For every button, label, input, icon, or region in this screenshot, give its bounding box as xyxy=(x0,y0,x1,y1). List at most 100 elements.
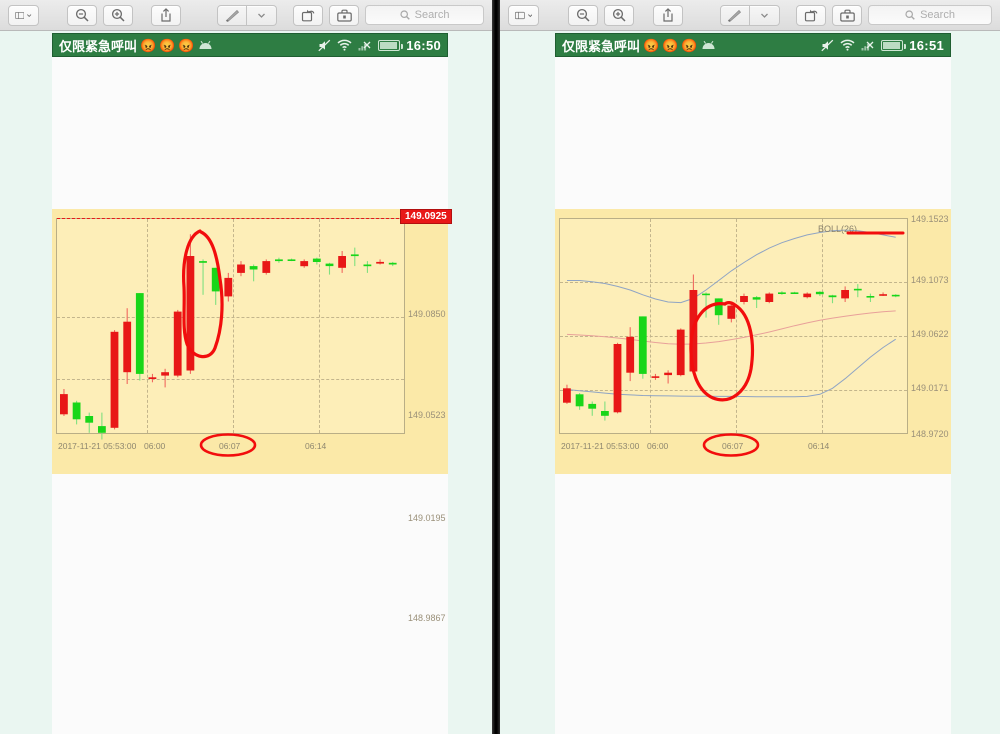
zoom-in-button[interactable] xyxy=(102,4,133,26)
search-input[interactable]: Search xyxy=(868,5,993,25)
pen-icon xyxy=(728,9,742,22)
candlestick xyxy=(740,293,748,305)
x-axis-label: 06:07 xyxy=(722,441,744,451)
y-axis-label: 149.1523 xyxy=(911,214,949,224)
search-input[interactable]: Search xyxy=(365,5,484,25)
chevron-down-icon xyxy=(760,13,768,18)
battery-icon xyxy=(881,39,906,51)
candlestick xyxy=(211,267,220,305)
emoji-icon-3: 😡 xyxy=(178,37,195,53)
y-axis-label: 148.9867 xyxy=(408,613,446,623)
toolbox-button[interactable] xyxy=(329,4,360,26)
emoji-icon-3: 😡 xyxy=(681,37,698,53)
mute-icon xyxy=(318,39,331,51)
candlestick xyxy=(866,293,875,302)
candlestick xyxy=(312,257,321,265)
x-axis-label: 06:00 xyxy=(647,441,669,451)
x-axis-label: 2017-11-21 05:53:00 xyxy=(58,441,137,451)
rotate-icon xyxy=(804,9,818,22)
rotate-button[interactable] xyxy=(796,4,827,26)
candlestick xyxy=(199,259,207,295)
candlestick xyxy=(300,259,309,268)
candlestick xyxy=(275,257,283,263)
x-axis-label: 2017-11-21 05:53:00 xyxy=(561,441,640,451)
wifi-icon xyxy=(337,39,352,51)
candlestick xyxy=(601,401,609,421)
y-axis-label: 149.0622 xyxy=(911,329,949,339)
candlestick xyxy=(613,342,622,414)
candlestick xyxy=(376,259,384,265)
candlestick xyxy=(575,393,584,410)
rotate-button[interactable] xyxy=(293,4,324,26)
candlestick xyxy=(563,384,571,404)
preview-window-left: Search 仅限紧急呼叫 😡 😡 😡 16:50 149.0925 149.0… xyxy=(0,0,492,734)
y-axis-label: 149.0195 xyxy=(408,513,446,523)
signal-no-service-icon xyxy=(358,41,371,51)
sidebar-button[interactable] xyxy=(8,4,39,26)
candlestick xyxy=(224,272,233,302)
candlestick xyxy=(287,258,296,262)
x-axis-label: 06:07 xyxy=(219,441,241,451)
toolbar-right: Search xyxy=(500,0,1000,31)
clock-label: 16:51 xyxy=(909,37,944,53)
markup-button[interactable] xyxy=(217,4,248,26)
share-icon xyxy=(161,8,171,22)
toolbox-icon xyxy=(336,9,352,22)
candlestick xyxy=(752,296,761,308)
chart-panel-right[interactable]: BOLL(26) 149.1523 149.1073 149.0622 149.… xyxy=(555,209,951,474)
y-axis-label: 149.0523 xyxy=(408,410,446,420)
carrier-label: 仅限紧急呼叫 xyxy=(562,38,641,54)
markup-button[interactable] xyxy=(719,4,750,26)
candlestick xyxy=(841,286,849,302)
toolbox-icon xyxy=(839,9,855,22)
search-icon xyxy=(905,10,915,20)
document-page-right: 仅限紧急呼叫 😡 😡 😡 16:51 BOLL(26) 149.1523 149… xyxy=(555,33,951,734)
zoom-out-icon xyxy=(576,8,590,22)
carrier-label: 仅限紧急呼叫 xyxy=(59,38,138,54)
document-page-left: 仅限紧急呼叫 😡 😡 😡 16:50 149.0925 149.0850 149… xyxy=(52,33,452,734)
sidebar-button[interactable] xyxy=(508,4,540,26)
candlestick xyxy=(676,328,685,377)
search-icon xyxy=(400,10,410,20)
pen-icon xyxy=(225,9,239,22)
x-axis-label: 06:00 xyxy=(144,441,166,451)
candlestick xyxy=(790,291,799,294)
zoom-out-button[interactable] xyxy=(567,4,598,26)
android-icon xyxy=(702,40,715,49)
window-divider xyxy=(492,0,500,734)
y-axis-label: 149.1073 xyxy=(911,275,949,285)
desktop-screen: Search 仅限紧急呼叫 😡 😡 😡 16:50 149.0925 149.0… xyxy=(0,0,1000,734)
candlestick-canvas-right xyxy=(563,229,900,421)
candlestick xyxy=(714,298,723,325)
candlestick xyxy=(173,309,182,378)
candlestick xyxy=(186,234,195,374)
toolbox-button[interactable] xyxy=(832,4,863,26)
chevron-down-icon xyxy=(258,13,266,18)
markup-menu-button[interactable] xyxy=(247,4,278,26)
share-button[interactable] xyxy=(151,4,182,26)
candlestick xyxy=(123,308,132,384)
android-statusbar-right: 仅限紧急呼叫 😡 😡 😡 16:51 xyxy=(555,33,951,57)
android-icon xyxy=(199,40,212,49)
chart-panel-left[interactable]: 149.0925 149.0850 149.0523 149.0195 148.… xyxy=(52,209,452,623)
zoom-out-button[interactable] xyxy=(66,4,97,26)
last-price-badge: 149.0925 xyxy=(400,209,452,224)
zoom-out-icon xyxy=(75,8,89,22)
candlestick xyxy=(803,292,812,299)
candlestick xyxy=(689,274,698,374)
candlestick xyxy=(85,412,94,433)
markup-menu-button[interactable] xyxy=(749,4,780,26)
mute-icon xyxy=(821,39,834,51)
candlestick xyxy=(135,293,144,381)
indicator-label: BOLL(26) xyxy=(818,224,858,234)
candlestick xyxy=(626,327,635,382)
zoom-in-button[interactable] xyxy=(603,4,634,26)
candlestick xyxy=(853,284,862,298)
candlestick xyxy=(148,373,157,383)
preview-window-right: Search 仅限紧急呼叫 😡 😡 😡 16:51 BOLL(26) 149.1… xyxy=(500,0,1000,734)
share-button[interactable] xyxy=(652,4,683,26)
emoji-icon-1: 😡 xyxy=(140,37,157,53)
android-statusbar-left: 仅限紧急呼叫 😡 😡 😡 16:50 xyxy=(52,33,448,57)
candlestick xyxy=(161,368,169,388)
candlestick xyxy=(388,261,397,267)
